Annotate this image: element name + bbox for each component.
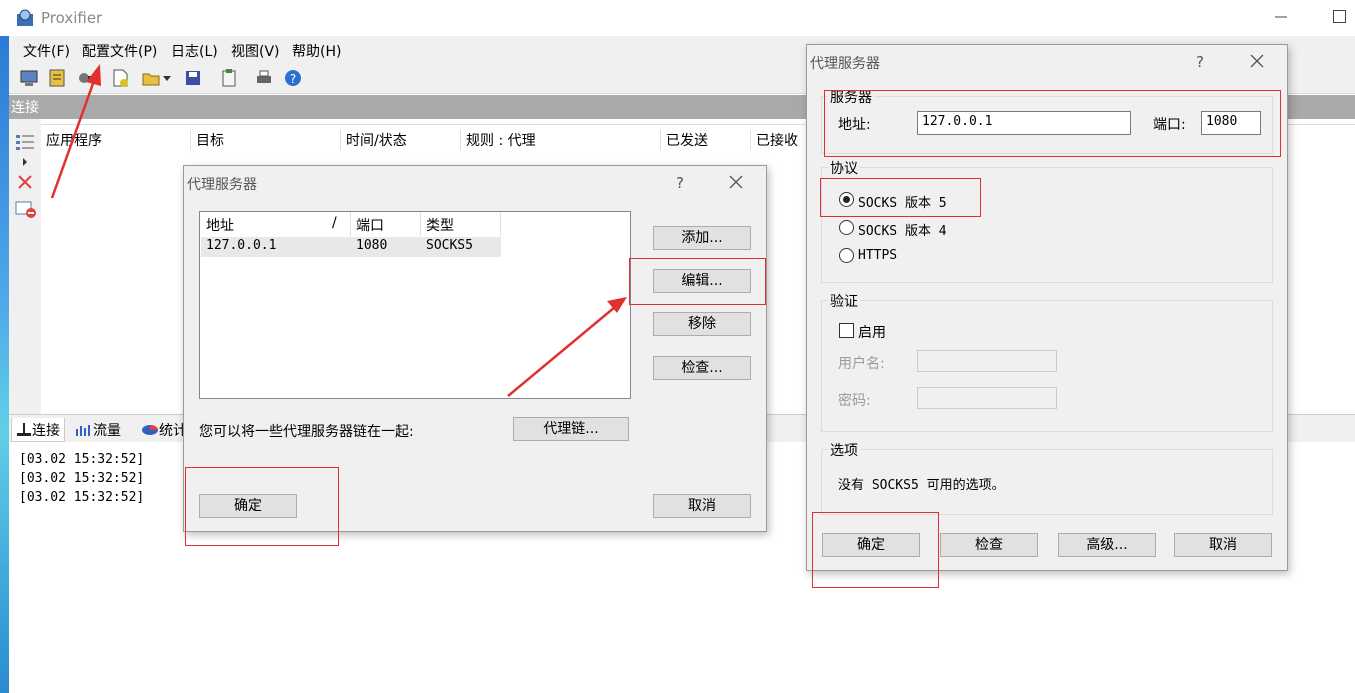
connections-icon [17,423,31,436]
protocol-group-label: 协议 [828,158,860,178]
proxy-chain-button[interactable]: 代理链... [513,417,629,441]
log-line: [03.02 15:32:52] [19,490,145,505]
menu-help[interactable]: 帮助(H) [292,41,341,61]
title-bar: Proxifier [0,0,1355,36]
proxy-list-dialog-title: 代理服务器 [187,177,257,193]
proxy-edit-dialog-title: 代理服务器 [810,56,880,72]
statistics-pie-icon [142,425,158,435]
columns-icon[interactable] [15,133,35,151]
proxy-edit-help-button[interactable]: ? [1196,53,1204,71]
table-row[interactable]: 127.0.0.1 1080 SOCKS5 [201,237,501,257]
socks4-label: SOCKS 版本 4 [858,224,947,239]
tab-traffic-label: 流量 [93,423,121,439]
highlight-server-group [824,90,1281,157]
chain-description: 您可以将一些代理服务器链在一起: [199,424,414,440]
column-divider [420,212,421,236]
highlight-ok-button [185,467,339,546]
row-type: SOCKS5 [426,238,473,253]
check-button[interactable]: 检查... [653,356,751,380]
svg-text:?: ? [290,72,296,86]
auth-group: 验证 启用 用户名: 密码: [821,291,1273,432]
traffic-chart-icon [76,425,90,436]
column-application[interactable]: 应用程序 [41,130,191,150]
auth-group-label: 验证 [828,291,860,311]
password-label: 密码: [838,393,871,409]
proxy-list-help-button[interactable]: ? [676,174,684,192]
save-icon[interactable] [183,68,203,88]
radio-https[interactable] [839,248,854,263]
column-rule-proxy[interactable]: 规则 : 代理 [461,130,661,150]
list-icon[interactable] [47,68,67,88]
menu-profile[interactable]: 配置文件(P) [82,41,157,61]
highlight-edit-button [629,258,766,305]
https-label: HTTPS [858,248,898,263]
highlight-socks5-option [820,178,981,217]
radio-socks4[interactable] [839,220,854,235]
password-input[interactable] [917,387,1057,409]
options-group: 选项 没有 SOCKS5 可用的选项。 [821,440,1273,515]
tab-connections[interactable]: 连接 [11,418,65,442]
help-icon[interactable]: ? [283,68,303,88]
close-icon[interactable] [1249,53,1265,69]
menu-view[interactable]: 视图(V) [231,41,280,61]
clipboard-icon[interactable] [219,68,239,88]
remove-button[interactable]: 移除 [653,312,751,336]
highlight-edit-ok-button [812,512,939,588]
column-sent[interactable]: 已发送 [661,130,751,150]
close-icon[interactable] [728,174,744,190]
header-address[interactable]: 地址 [206,215,234,235]
connections-title: 连接 [11,100,39,116]
chevron-down-icon[interactable] [161,68,173,88]
options-group-label: 选项 [828,440,860,460]
tab-connections-label: 连接 [32,423,60,439]
close-connection-icon[interactable] [16,173,34,191]
print-icon[interactable] [254,68,274,88]
proxy-icon[interactable] [76,68,96,88]
menu-file[interactable]: 文件(F) [23,41,70,61]
header-port[interactable]: 端口 [356,215,384,235]
advanced-button[interactable]: 高级... [1058,533,1156,557]
log-line: [03.02 15:32:52] [19,452,145,467]
check-button[interactable]: 检查 [940,533,1038,557]
app-icon [17,9,33,26]
header-type[interactable]: 类型 [426,215,454,235]
username-input[interactable] [917,350,1057,372]
expand-arrow-icon[interactable] [21,157,29,167]
column-divider [350,212,351,236]
proxy-list-table: 地址 / 端口 类型 127.0.0.1 1080 SOCKS5 [199,211,631,399]
row-port: 1080 [356,238,388,253]
computer-icon[interactable] [19,68,39,88]
sort-indicator: / [332,215,337,231]
enable-auth-checkbox[interactable] [839,323,854,338]
column-time-status[interactable]: 时间/状态 [341,130,461,150]
log-line: [03.02 15:32:52] [19,471,145,486]
cancel-button[interactable]: 取消 [653,494,751,518]
tab-traffic[interactable]: 流量 [71,418,125,442]
row-address: 127.0.0.1 [206,238,277,253]
add-button[interactable]: 添加... [653,226,751,250]
connections-side-toolbar [9,119,41,414]
cancel-button[interactable]: 取消 [1174,533,1272,557]
username-label: 用户名: [838,356,885,372]
minimize-button[interactable] [1273,8,1289,24]
menu-log[interactable]: 日志(L) [171,41,218,61]
column-target[interactable]: 目标 [191,130,341,150]
open-folder-icon[interactable] [141,68,161,88]
options-text: 没有 SOCKS5 可用的选项。 [838,478,1005,493]
column-divider [500,212,501,236]
new-profile-icon[interactable] [110,68,130,88]
block-window-icon[interactable] [15,201,37,219]
app-title: Proxifier [41,9,103,27]
desktop-edge [0,36,9,693]
enable-auth-label: 启用 [858,325,886,341]
maximize-button[interactable] [1333,10,1346,23]
